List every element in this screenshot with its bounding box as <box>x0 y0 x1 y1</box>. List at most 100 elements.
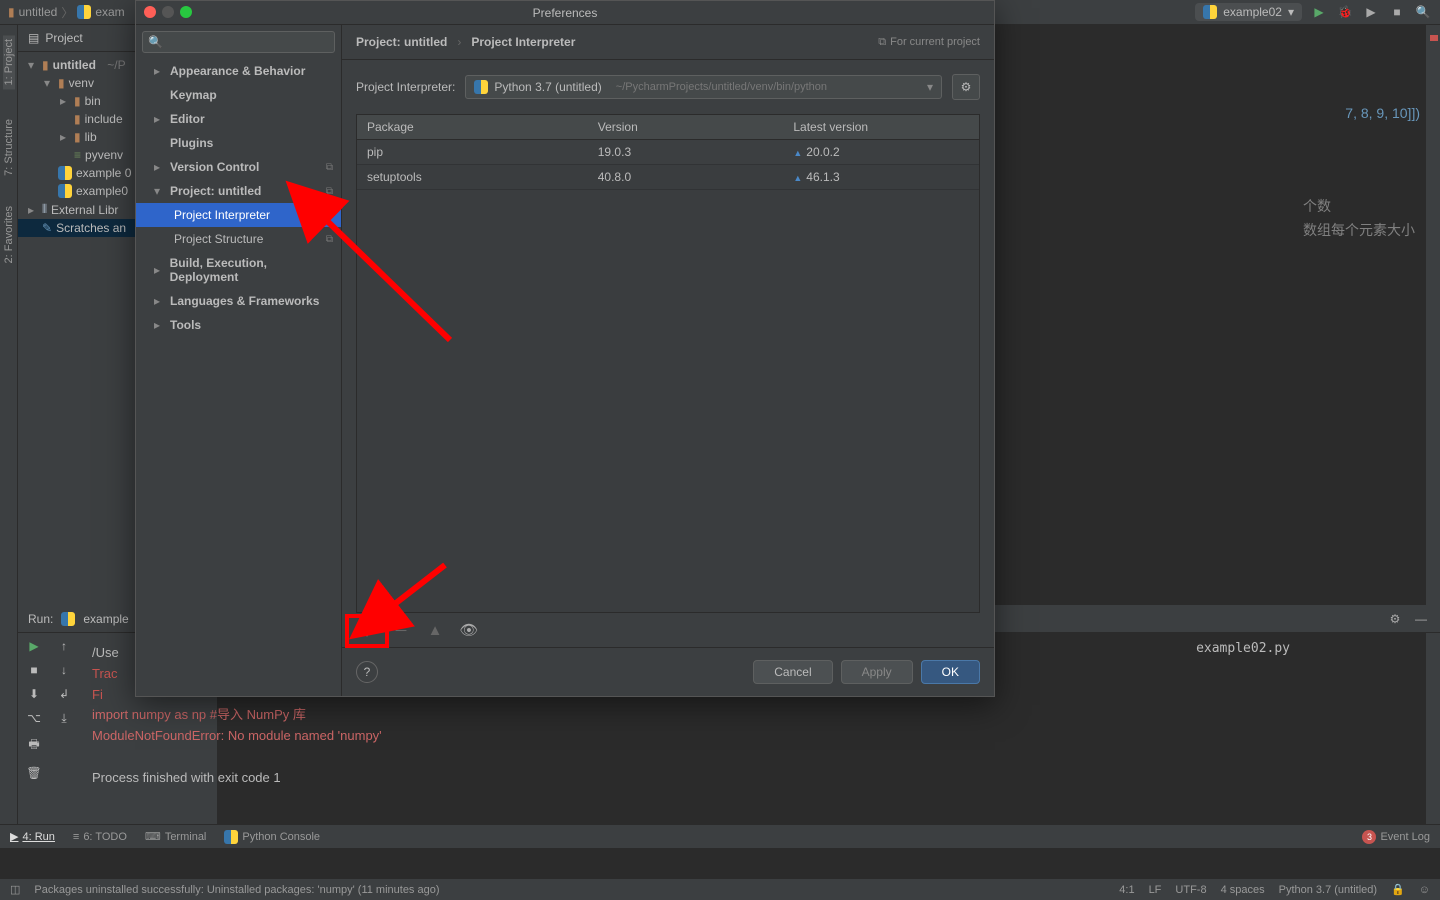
ok-button[interactable]: OK <box>921 660 980 684</box>
status-message: Packages uninstalled successfully: Unins… <box>34 884 439 896</box>
gear-icon: ⚙ <box>961 80 972 94</box>
interpreter-name: Python 3.7 (untitled) <box>494 80 601 94</box>
indent[interactable]: 4 spaces <box>1221 884 1265 896</box>
rerun-icon[interactable]: ▶ <box>29 639 38 653</box>
show-early-releases-button[interactable]: 👁 <box>458 619 480 641</box>
run-config-dropdown[interactable]: example02 ▾ <box>1195 3 1302 21</box>
remove-package-button[interactable]: － <box>390 619 412 641</box>
interpreter-row: Project Interpreter: Python 3.7 (untitle… <box>342 60 994 114</box>
scope-icon: ⧉ <box>326 162 333 173</box>
cat-editor[interactable]: ▸Editor <box>136 107 341 131</box>
down-arrow-icon[interactable]: ↓ <box>61 663 67 677</box>
layout-icon[interactable]: ⌥ <box>27 711 41 725</box>
event-log-button[interactable]: 3 Event Log <box>1362 830 1430 844</box>
tool-windows-icon[interactable]: ◫ <box>10 883 20 896</box>
package-row[interactable]: pip19.0.3▲20.0.2 <box>357 140 979 165</box>
prefs-crumb-page: Project Interpreter <box>471 35 575 49</box>
python-icon <box>61 612 75 626</box>
trash-icon[interactable]: 🗑 <box>26 766 41 780</box>
python-icon <box>1203 5 1217 19</box>
code-fragment: 7, 8, 9, 10]]) <box>1345 105 1420 122</box>
error-mark[interactable] <box>1430 35 1438 41</box>
encoding[interactable]: UTF-8 <box>1175 884 1206 896</box>
apply-button[interactable]: Apply <box>841 660 913 684</box>
run-gutter-2: ↑ ↓ ↲ ⤓ <box>50 633 78 823</box>
run-icon[interactable]: ▶ <box>1310 3 1328 21</box>
console-line: ModuleNotFoundError: No module named 'nu… <box>92 726 1426 747</box>
col-latest[interactable]: Latest version <box>783 115 979 139</box>
preferences-dialog: Preferences 🔍 ▸Appearance & Behavior Key… <box>135 0 995 697</box>
python-icon <box>474 80 488 94</box>
scope-icon: ⧉ <box>326 210 333 221</box>
bottom-toolbar: ▶ 4: Run ≡ 6: TODO ⌨ Terminal Python Con… <box>0 824 1440 848</box>
cancel-button[interactable]: Cancel <box>753 660 832 684</box>
add-package-button[interactable]: ＋ <box>356 619 378 641</box>
upgrade-package-button[interactable]: ▲ <box>424 619 446 641</box>
chevron-down-icon: ▾ <box>927 80 933 94</box>
todo-tool-button[interactable]: ≡ 6: TODO <box>73 831 127 843</box>
zoom-icon[interactable] <box>180 6 192 18</box>
interpreter-path: ~/PycharmProjects/untitled/venv/bin/pyth… <box>616 81 827 93</box>
minimize-icon[interactable] <box>162 6 174 18</box>
package-table: Package Version Latest version pip19.0.3… <box>356 114 980 613</box>
project-tool-tab[interactable]: 1: Project <box>3 35 15 89</box>
debug-icon[interactable]: 🐞 <box>1336 3 1354 21</box>
cat-project[interactable]: ▾Project: untitled⧉ <box>136 179 341 203</box>
statusbar: ◫ Packages uninstalled successfully: Uni… <box>0 878 1440 900</box>
cat-vcs[interactable]: ▸Version Control⧉ <box>136 155 341 179</box>
prefs-crumb-project: Project: untitled <box>356 35 447 49</box>
col-package[interactable]: Package <box>357 115 588 139</box>
wrap-icon[interactable]: ↲ <box>59 687 69 701</box>
run-gutter: ▶ ■ ⬇ ⌥ 🖶 🗑 <box>18 633 50 823</box>
interpreter-settings-button[interactable]: ⚙ <box>952 74 980 100</box>
top-right-controls: example02 ▾ ▶ 🐞 ▶ ■ 🔍 <box>1195 3 1432 21</box>
settings-icon[interactable]: ⚙ <box>1386 610 1404 628</box>
stop-icon[interactable]: ■ <box>1388 3 1406 21</box>
cat-plugins[interactable]: Plugins <box>136 131 341 155</box>
close-icon[interactable] <box>144 6 156 18</box>
col-version[interactable]: Version <box>588 115 784 139</box>
traffic-lights <box>144 6 192 18</box>
help-button[interactable]: ? <box>356 661 378 683</box>
package-toolbar: ＋ － ▲ 👁 <box>342 613 994 647</box>
favorites-tool-tab[interactable]: 2: Favorites <box>3 206 15 263</box>
prefs-title-text: Preferences <box>533 6 598 20</box>
stop-icon[interactable]: ■ <box>30 663 37 677</box>
project-header-label: Project <box>45 31 82 45</box>
minimize-icon[interactable]: — <box>1412 610 1430 628</box>
run-tab-name[interactable]: example <box>83 612 128 626</box>
terminal-tool-button[interactable]: ⌨ Terminal <box>145 830 206 843</box>
breadcrumb-root[interactable]: untitled <box>19 5 58 19</box>
cat-project-structure[interactable]: Project Structure⧉ <box>136 227 341 251</box>
python-console-button[interactable]: Python Console <box>224 830 320 844</box>
scroll-icon[interactable]: ⤓ <box>61 711 66 726</box>
cat-keymap[interactable]: Keymap <box>136 83 341 107</box>
status-interpreter[interactable]: Python 3.7 (untitled) <box>1279 884 1377 896</box>
breadcrumb-file[interactable]: exam <box>95 5 124 19</box>
inspector-icon[interactable]: ☺ <box>1419 884 1430 896</box>
scope-icon: ⧉ <box>878 36 886 49</box>
prefs-buttons: ? Cancel Apply OK <box>342 647 994 696</box>
scope-icon: ⧉ <box>326 186 333 197</box>
folder-icon: ▮ <box>8 5 15 19</box>
cat-tools[interactable]: ▸Tools <box>136 313 341 337</box>
prefs-search: 🔍 <box>136 25 341 59</box>
down-icon[interactable]: ⬇ <box>29 687 39 701</box>
package-row[interactable]: setuptools40.8.0▲46.1.3 <box>357 165 979 190</box>
print-icon[interactable]: 🖶 <box>28 735 39 756</box>
run-tool-button[interactable]: ▶ 4: Run <box>10 830 55 843</box>
interpreter-label: Project Interpreter: <box>356 80 455 94</box>
caret-pos[interactable]: 4:1 <box>1119 884 1134 896</box>
cat-build[interactable]: ▸Build, Execution, Deployment <box>136 251 341 289</box>
search-everywhere-icon[interactable]: 🔍 <box>1414 3 1432 21</box>
interpreter-dropdown[interactable]: Python 3.7 (untitled) ~/PycharmProjects/… <box>465 75 942 99</box>
up-arrow-icon[interactable]: ↑ <box>61 639 67 653</box>
cat-lang[interactable]: ▸Languages & Frameworks <box>136 289 341 313</box>
prefs-search-input[interactable] <box>142 31 335 53</box>
lock-icon[interactable]: 🔒 <box>1391 883 1405 896</box>
cat-appearance[interactable]: ▸Appearance & Behavior <box>136 59 341 83</box>
run-with-coverage-icon[interactable]: ▶ <box>1362 3 1380 21</box>
cat-project-interpreter[interactable]: Project Interpreter⧉ <box>136 203 341 227</box>
structure-tool-tab[interactable]: 7: Structure <box>3 119 15 176</box>
line-sep[interactable]: LF <box>1149 884 1162 896</box>
